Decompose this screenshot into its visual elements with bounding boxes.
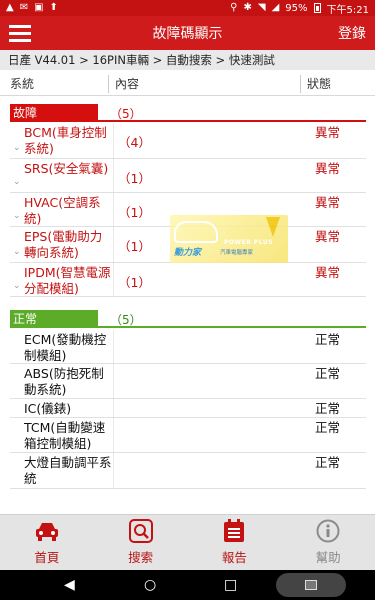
table-header: 系統 內容 狀態 (0, 72, 375, 96)
status-text: 正常 (315, 401, 341, 416)
normal-row-ic[interactable]: IC(儀錶) 正常 (10, 399, 366, 418)
fault-row-srs[interactable]: ⌄ SRS(安全氣囊) （1） 異常 (10, 159, 366, 193)
system-name: IPDM(智慧電源分配模組) (24, 265, 111, 296)
bottom-navigation: 首頁 搜索 報告 幫助 (0, 514, 375, 570)
back-icon[interactable]: ◀ (64, 577, 75, 593)
column-divider (300, 75, 301, 93)
normal-section-count: （5） (110, 312, 142, 327)
status-text: 正常 (315, 420, 341, 435)
watermark-brand: 動力家 (174, 248, 202, 258)
system-name: 大燈自動調平系統 (24, 455, 112, 486)
system-name: EPS(電動助力轉向系統) (24, 229, 103, 260)
normal-section-label: 正常 (10, 310, 98, 328)
report-icon (221, 519, 247, 543)
column-header-content: 內容 (115, 77, 140, 91)
watermark-logo: 動力家 POWER PLUS 汽車電腦專家 (170, 215, 288, 263)
watermark-subtitle: 汽車電腦專家 (220, 250, 254, 256)
fault-count: （1） (118, 275, 151, 290)
section-underline (98, 326, 366, 328)
system-name: ECM(發動機控制模組) (24, 332, 107, 363)
nav-home[interactable]: 首頁 (0, 515, 94, 570)
status-text: 正常 (315, 366, 341, 381)
normal-row-tcm[interactable]: TCM(自動變速箱控制模組) 正常 (10, 418, 366, 453)
screenshot-preview-button[interactable] (276, 573, 346, 597)
home-icon[interactable]: ○ (144, 577, 156, 593)
battery-icon (313, 3, 321, 13)
search-icon (128, 519, 154, 543)
system-navigation-bar: ◀ ○ □ (0, 570, 375, 600)
wifi-icon: ◥ (257, 2, 266, 13)
recents-icon[interactable]: □ (224, 577, 237, 593)
column-divider (108, 75, 109, 93)
status-text: 異常 (315, 265, 341, 280)
section-underline (98, 120, 366, 122)
chevron-down-icon: ⌄ (13, 281, 21, 291)
bluetooth-icon: ✱ (243, 2, 252, 13)
status-bar: ▲ ✉ ▣ ⬆ ⚲ ✱ ◥ ◢ 95% 下午5:21 (0, 0, 375, 16)
notification-icon-1: ▲ (6, 2, 14, 13)
fault-row-ipdm[interactable]: ⌄ IPDM(智慧電源分配模組) （1） 異常 (10, 263, 366, 297)
app-bar: 故障碼顯示 登錄 (0, 16, 375, 50)
status-text: 異常 (315, 161, 341, 176)
normal-row-abs[interactable]: ABS(防抱死制動系統) 正常 (10, 364, 366, 399)
status-text: 正常 (315, 332, 341, 347)
nav-search[interactable]: 搜索 (94, 515, 188, 570)
system-name: SRS(安全氣囊) (24, 161, 109, 176)
nav-home-label: 首頁 (34, 550, 60, 565)
page-title: 故障碼顯示 (152, 26, 223, 42)
hamburger-menu-icon[interactable] (0, 16, 40, 50)
notification-icon-2: ✉ (19, 2, 29, 13)
fault-section-count: （5） (110, 106, 142, 121)
chevron-down-icon: ⌄ (13, 177, 21, 187)
info-icon (315, 519, 341, 543)
nav-help[interactable]: 幫助 (281, 515, 375, 570)
system-name: BCM(車身控制系統) (24, 125, 107, 156)
nav-help-label: 幫助 (315, 550, 341, 565)
breadcrumb: 日產 V44.01 > 16PIN車輛 > 自動搜索 > 快速測試 (0, 50, 375, 70)
chevron-down-icon: ⌄ (13, 211, 21, 221)
system-name: TCM(自動變速箱控制模組) (24, 420, 106, 451)
chevron-down-icon: ⌄ (13, 247, 21, 257)
image-icon (305, 580, 317, 590)
normal-row-ecm[interactable]: ECM(發動機控制模組) 正常 (10, 330, 366, 364)
column-header-status: 狀態 (307, 77, 332, 91)
signal-icon: ◢ (271, 2, 280, 13)
watermark-tagline: POWER PLUS (224, 239, 274, 246)
car-home-icon (34, 519, 60, 543)
car-outline-icon (174, 221, 218, 243)
system-name: ABS(防抱死制動系統) (24, 366, 104, 397)
column-header-system: 系統 (10, 77, 35, 91)
battery-level: 95% (285, 2, 308, 14)
fault-count: （1） (118, 171, 151, 186)
notification-icon-4: ⬆ (49, 2, 58, 13)
notification-icon-3: ▣ (34, 2, 44, 13)
system-name: HVAC(空調系統) (24, 195, 101, 226)
fault-count: （1） (118, 205, 151, 220)
status-text: 異常 (315, 195, 341, 210)
system-name: IC(儀錶) (24, 401, 72, 416)
clock: 下午5:21 (326, 4, 369, 16)
location-icon: ⚲ (230, 2, 238, 13)
nav-search-label: 搜索 (128, 550, 154, 565)
fault-section-label: 故障 (10, 104, 98, 122)
nav-report[interactable]: 報告 (188, 515, 282, 570)
status-text: 正常 (315, 455, 341, 470)
status-text: 異常 (315, 125, 341, 140)
chevron-down-icon: ⌄ (13, 143, 21, 153)
fault-count: （1） (118, 239, 151, 254)
fault-count: （4） (118, 135, 151, 150)
normal-section-header[interactable]: 正常 （5） (10, 310, 366, 328)
nav-report-label: 報告 (221, 550, 247, 565)
status-text: 異常 (315, 229, 341, 244)
fault-section-header[interactable]: 故障 （5） (10, 104, 366, 122)
normal-row-headlight[interactable]: 大燈自動調平系統 正常 (10, 453, 366, 489)
lightning-bolt-icon (266, 217, 280, 237)
login-button[interactable]: 登錄 (338, 23, 366, 43)
fault-row-bcm[interactable]: ⌄ BCM(車身控制系統) （4） 異常 (10, 123, 366, 159)
